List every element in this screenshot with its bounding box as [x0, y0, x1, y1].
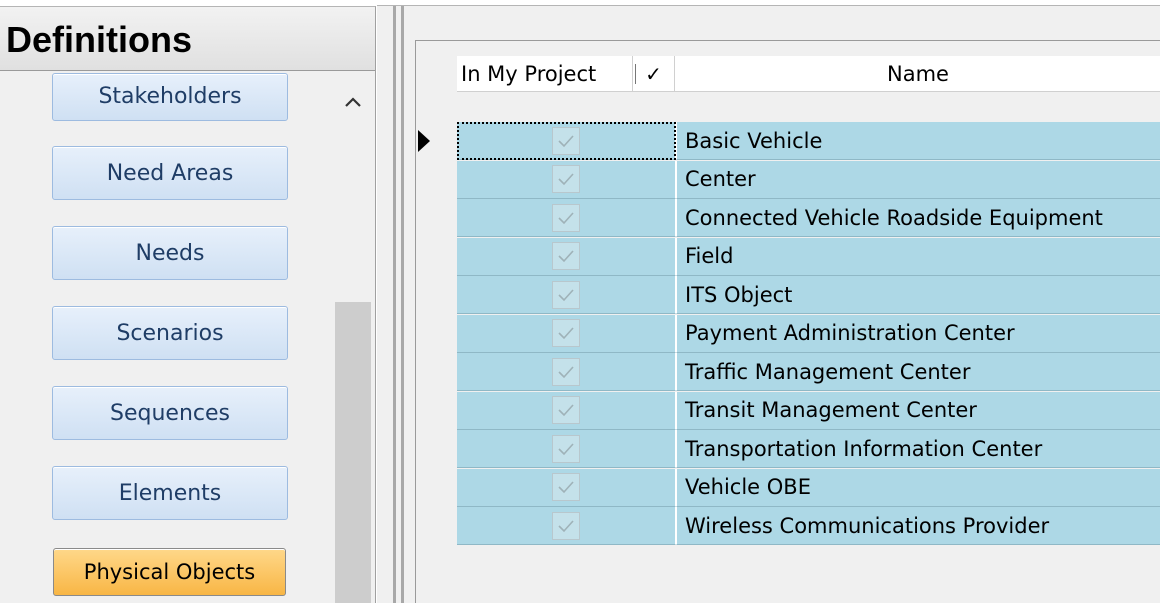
- scrollbar-thumb[interactable]: [335, 302, 371, 603]
- column-header-name-label: Name: [887, 62, 949, 86]
- checkmark-icon: [558, 250, 574, 263]
- current-row-pointer-icon: [418, 130, 430, 152]
- table-row[interactable]: Connected Vehicle Roadside Equipment: [457, 199, 1160, 237]
- elements-button[interactable]: Elements: [52, 466, 288, 520]
- in-my-project-cell[interactable]: [457, 276, 676, 314]
- table-row[interactable]: Traffic Management Center: [457, 353, 1160, 391]
- need-areas-label: Need Areas: [106, 160, 234, 186]
- in-my-project-checkbox[interactable]: [552, 319, 580, 347]
- column-header-in-my-project-label: In My Project: [461, 62, 597, 86]
- table-row[interactable]: Vehicle OBE: [457, 468, 1160, 507]
- in-my-project-cell[interactable]: [457, 199, 676, 237]
- grid-header-row: In My Project ✓ Name: [457, 56, 1160, 92]
- stakeholders-button[interactable]: Stakeholders: [52, 73, 288, 121]
- name-cell[interactable]: Vehicle OBE: [676, 468, 1160, 507]
- panel-header: Definitions: [0, 7, 375, 71]
- column-header-name[interactable]: Name: [676, 56, 1160, 92]
- checkmark-icon: [558, 519, 574, 532]
- in-my-project-cell[interactable]: [457, 430, 676, 468]
- in-my-project-checkbox[interactable]: [552, 357, 580, 386]
- in-my-project-checkbox[interactable]: [552, 280, 580, 309]
- table-row[interactable]: Transportation Information Center: [457, 430, 1160, 468]
- checkmark-icon: [558, 211, 574, 224]
- checkmark-icon: [558, 481, 574, 494]
- checkmark-icon: [558, 442, 574, 455]
- table-row[interactable]: Wireless Communications Provider: [457, 507, 1160, 545]
- in-my-project-checkbox[interactable]: [552, 473, 580, 501]
- definitions-panel: Definitions Stakeholders Need Areas Need…: [0, 6, 376, 603]
- name-cell[interactable]: Transportation Information Center: [676, 430, 1160, 468]
- panel-title: Definitions: [6, 19, 192, 60]
- need-areas-button[interactable]: Need Areas: [52, 146, 288, 200]
- column-header-in-my-project[interactable]: In My Project: [457, 56, 633, 92]
- name-cell[interactable]: ITS Object: [676, 276, 1160, 314]
- chevron-up-icon[interactable]: [333, 82, 373, 122]
- needs-button[interactable]: Needs: [52, 226, 288, 280]
- chevron-up-glyph: [345, 97, 361, 107]
- sequences-label: Sequences: [110, 400, 230, 426]
- table-row[interactable]: Center: [457, 160, 1160, 199]
- checkmark-icon: ✓: [645, 62, 662, 86]
- in-my-project-cell[interactable]: [457, 353, 676, 391]
- column-header-check[interactable]: ✓: [633, 56, 675, 92]
- name-cell[interactable]: Wireless Communications Provider: [676, 507, 1160, 545]
- in-my-project-checkbox[interactable]: [552, 126, 580, 155]
- in-my-project-checkbox[interactable]: [552, 396, 580, 424]
- table-row[interactable]: Transit Management Center: [457, 391, 1160, 430]
- checkmark-icon: [558, 288, 574, 301]
- in-my-project-cell[interactable]: [457, 507, 676, 545]
- checkmark-icon: [558, 134, 574, 147]
- name-cell[interactable]: Transit Management Center: [676, 391, 1160, 430]
- name-cell[interactable]: Basic Vehicle: [676, 122, 1160, 160]
- table-row[interactable]: Field: [457, 237, 1160, 276]
- checkmark-icon: [558, 173, 574, 186]
- physical-objects-button[interactable]: Physical Objects: [53, 548, 286, 596]
- in-my-project-cell[interactable]: [457, 468, 676, 507]
- in-my-project-cell[interactable]: [457, 122, 676, 160]
- stakeholders-label: Stakeholders: [98, 84, 242, 109]
- scenarios-label: Scenarios: [116, 320, 224, 346]
- table-row[interactable]: Payment Administration Center: [457, 314, 1160, 353]
- in-my-project-cell[interactable]: [457, 237, 676, 276]
- physical-objects-label: Physical Objects: [83, 560, 256, 584]
- checkmark-icon: [558, 327, 574, 340]
- in-my-project-checkbox[interactable]: [552, 511, 580, 540]
- in-my-project-cell[interactable]: [457, 160, 676, 199]
- in-my-project-checkbox[interactable]: [552, 434, 580, 463]
- table-row[interactable]: ITS Object: [457, 276, 1160, 314]
- panel-splitter[interactable]: [377, 6, 413, 603]
- in-my-project-checkbox[interactable]: [552, 165, 580, 193]
- checkmark-icon: [558, 365, 574, 378]
- needs-label: Needs: [135, 240, 205, 266]
- in-my-project-cell[interactable]: [457, 391, 676, 430]
- name-cell[interactable]: Field: [676, 237, 1160, 276]
- sidebar-scrollbar[interactable]: [333, 72, 373, 603]
- checkmark-icon: [558, 404, 574, 417]
- name-cell[interactable]: Payment Administration Center: [676, 314, 1160, 353]
- splitter-line: [401, 6, 404, 603]
- grid-area: In My Project ✓ Name Basic Vehicle Center…: [413, 6, 1160, 603]
- in-my-project-cell[interactable]: [457, 314, 676, 353]
- in-my-project-checkbox[interactable]: [552, 203, 580, 232]
- scenarios-button[interactable]: Scenarios: [52, 306, 288, 360]
- name-cell[interactable]: Center: [676, 160, 1160, 199]
- table-row[interactable]: Basic Vehicle: [457, 122, 1160, 160]
- elements-label: Elements: [118, 480, 222, 506]
- sequences-button[interactable]: Sequences: [52, 386, 288, 440]
- splitter-line: [393, 6, 396, 603]
- name-cell[interactable]: Traffic Management Center: [676, 353, 1160, 391]
- in-my-project-checkbox[interactable]: [552, 242, 580, 270]
- name-cell[interactable]: Connected Vehicle Roadside Equipment: [676, 199, 1160, 237]
